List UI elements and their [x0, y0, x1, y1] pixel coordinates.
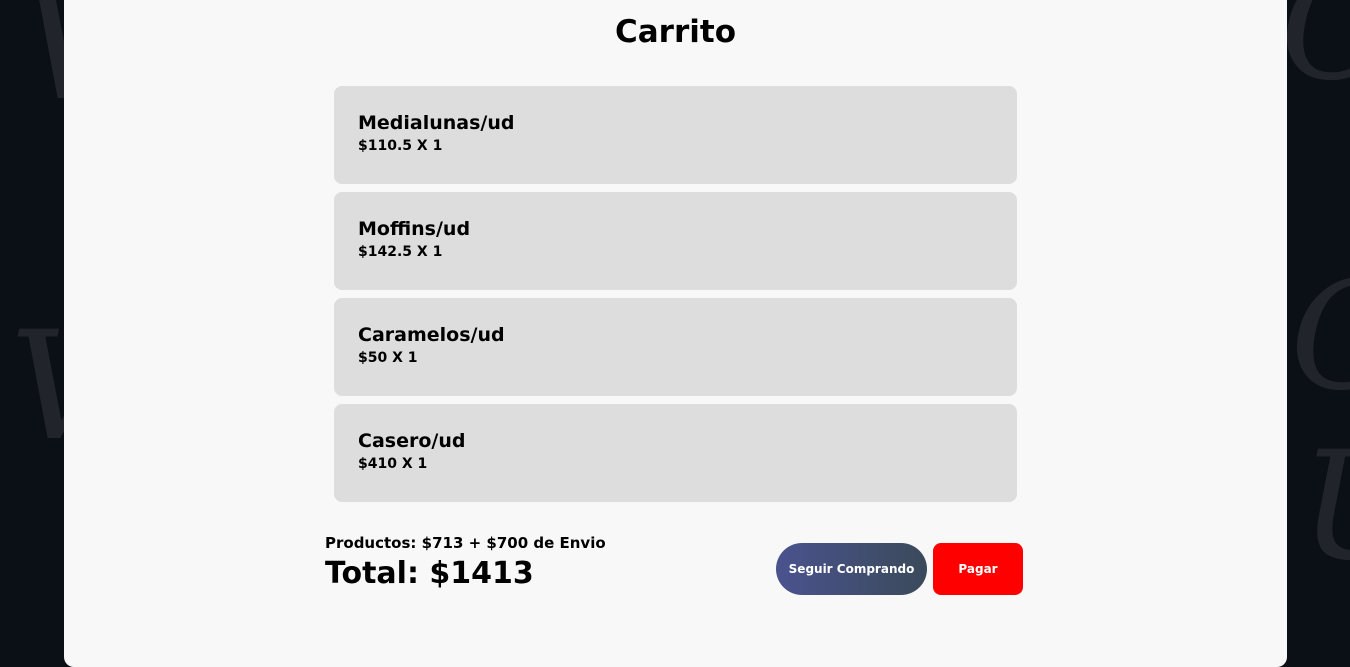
cart-item: Moffins/ud $142.5 X 1 — [334, 192, 1017, 290]
cart-panel: Carrito Medialunas/ud $110.5 X 1 Moffins… — [64, 0, 1287, 667]
item-name: Moffins/ud — [358, 218, 471, 240]
item-price: $110.5 X 1 — [358, 138, 443, 154]
item-name: Medialunas/ud — [358, 112, 515, 134]
order-summary: Productos: $713 + $700 de Envio Total: $… — [325, 534, 606, 591]
cart-item: Caramelos/ud $50 X 1 — [334, 298, 1017, 396]
item-price: $142.5 X 1 — [358, 244, 443, 260]
subtotal-text: Productos: $713 + $700 de Envio — [325, 534, 606, 552]
total-text: Total: $1413 — [325, 556, 534, 591]
pay-button[interactable]: Pagar — [933, 543, 1023, 595]
item-name: Caramelos/ud — [358, 324, 505, 346]
page-title: Carrito — [615, 14, 736, 50]
cart-item: Medialunas/ud $110.5 X 1 — [334, 86, 1017, 184]
item-name: Casero/ud — [358, 430, 466, 452]
cart-item: Casero/ud $410 X 1 — [334, 404, 1017, 502]
continue-shopping-button[interactable]: Seguir Comprando — [776, 543, 927, 595]
item-price: $410 X 1 — [358, 456, 428, 472]
item-price: $50 X 1 — [358, 350, 418, 366]
cart-items-list: Medialunas/ud $110.5 X 1 Moffins/ud $142… — [334, 86, 1017, 510]
